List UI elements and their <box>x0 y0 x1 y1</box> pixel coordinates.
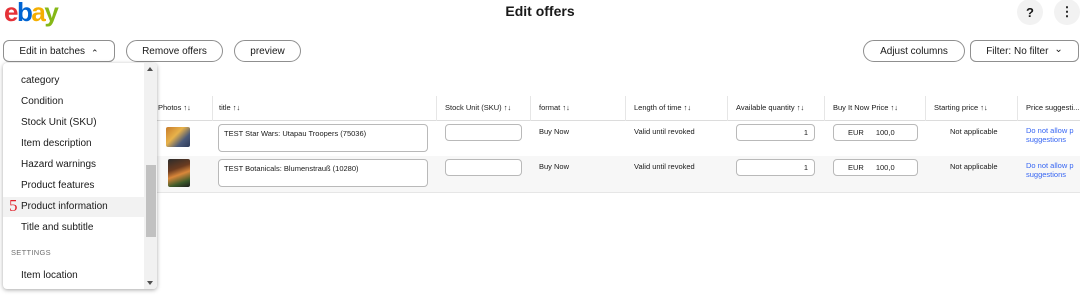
currency-label: EUR <box>848 163 864 172</box>
filter-button[interactable]: Filter: No filter ⌄ <box>970 40 1079 62</box>
suggestion-line-1: Do not allow p <box>1026 161 1074 170</box>
remove-offers-button[interactable]: Remove offers <box>126 40 223 62</box>
step-marker: 5 <box>9 196 18 215</box>
title-value: TEST Botanicals: Blumenstrauß (10280) <box>224 164 359 173</box>
preview-label: preview <box>250 45 285 57</box>
price-value: 100,0 <box>875 163 895 172</box>
table-row[interactable]: TEST Botanicals: Blumenstrauß (10280) Bu… <box>148 156 1080 193</box>
format-value: Buy Now <box>539 162 570 171</box>
menu-item-product-information[interactable]: Product information <box>21 201 108 212</box>
scroll-up-arrow-icon[interactable] <box>147 67 153 71</box>
edit-in-batches-label: Edit in batches <box>19 45 86 57</box>
sku-input[interactable] <box>445 159 522 176</box>
menu-item-sku[interactable]: Stock Unit (SKU) <box>21 117 97 128</box>
sku-input[interactable] <box>445 124 522 141</box>
col-format[interactable]: format ↑↓ <box>539 103 570 112</box>
price-suggestion-link[interactable]: Do not allow p suggestions <box>1026 161 1074 179</box>
menu-item-description[interactable]: Item description <box>21 138 92 149</box>
col-duration[interactable]: Length of time ↑↓ <box>634 103 691 112</box>
chevron-up-icon: ⌃ <box>91 47 99 58</box>
col-buy-now-price[interactable]: Buy It Now Price ↑↓ <box>833 103 898 112</box>
help-icon[interactable]: ? <box>1017 0 1043 25</box>
quantity-input[interactable]: 1 <box>736 159 815 176</box>
col-starting-price[interactable]: Starting price ↑↓ <box>934 103 988 112</box>
menu-item-condition[interactable]: Condition <box>21 96 63 107</box>
page-title: Edit offers <box>505 3 575 19</box>
price-value: 100,0 <box>875 128 895 137</box>
col-quantity[interactable]: Available quantity ↑↓ <box>736 103 804 112</box>
menu-item-category[interactable]: category <box>21 75 59 86</box>
price-input[interactable]: EUR 100,0 <box>833 124 918 141</box>
product-thumbnail[interactable] <box>168 159 190 187</box>
starting-price-value: Not applicable <box>950 162 998 171</box>
duration-value: Valid until revoked <box>634 127 695 136</box>
quantity-input[interactable]: 1 <box>736 124 815 141</box>
more-options-icon[interactable]: ⋮ <box>1054 0 1080 25</box>
preview-button[interactable]: preview <box>234 40 301 62</box>
col-title[interactable]: title ↑↓ <box>219 103 240 112</box>
title-input[interactable]: TEST Star Wars: Utapau Troopers (75036) <box>218 124 428 152</box>
filter-label: Filter: No filter <box>986 45 1049 57</box>
table-header: Photos ↑↓ title ↑↓ Stock Unit (SKU) ↑↓ f… <box>148 96 1080 121</box>
table-row[interactable]: TEST Star Wars: Utapau Troopers (75036) … <box>148 121 1080 158</box>
scroll-down-arrow-icon[interactable] <box>147 281 153 285</box>
duration-value: Valid until revoked <box>634 162 695 171</box>
product-thumbnail[interactable] <box>166 127 190 147</box>
suggestion-line-1: Do not allow p <box>1026 126 1074 135</box>
quantity-value: 1 <box>803 163 808 172</box>
col-sku[interactable]: Stock Unit (SKU) ↑↓ <box>445 103 511 112</box>
remove-offers-label: Remove offers <box>142 45 207 57</box>
suggestion-line-2: suggestions <box>1026 135 1067 144</box>
menu-item-product-features[interactable]: Product features <box>21 180 94 191</box>
currency-label: EUR <box>848 128 864 137</box>
starting-price-value: Not applicable <box>950 127 998 136</box>
edit-in-batches-button[interactable]: Edit in batches ⌃ <box>3 40 115 62</box>
more-glyph: ⋮ <box>1060 4 1074 19</box>
chevron-down-icon: ⌄ <box>1054 43 1063 55</box>
menu-section-settings: SETTINGS <box>11 248 51 257</box>
adjust-columns-button[interactable]: Adjust columns <box>863 40 965 62</box>
menu-item-title-subtitle[interactable]: Title and subtitle <box>21 222 93 233</box>
title-value: TEST Star Wars: Utapau Troopers (75036) <box>224 129 367 138</box>
col-photos[interactable]: Photos ↑↓ <box>158 103 191 112</box>
quantity-value: 1 <box>803 128 808 137</box>
offers-table: Photos ↑↓ title ↑↓ Stock Unit (SKU) ↑↓ f… <box>148 96 1080 121</box>
price-input[interactable]: EUR 100,0 <box>833 159 918 176</box>
scrollbar-thumb[interactable] <box>146 165 156 237</box>
batch-edit-dropdown: category Condition Stock Unit (SKU) Item… <box>3 63 157 289</box>
help-glyph: ? <box>1026 4 1034 20</box>
suggestion-line-2: suggestions <box>1026 170 1067 179</box>
format-value: Buy Now <box>539 127 570 136</box>
col-price-suggestion[interactable]: Price suggesti... <box>1026 103 1079 112</box>
menu-item-location[interactable]: Item location <box>21 270 78 281</box>
adjust-columns-label: Adjust columns <box>880 45 948 57</box>
menu-item-hazard-warnings[interactable]: Hazard warnings <box>21 159 96 170</box>
price-suggestion-link[interactable]: Do not allow p suggestions <box>1026 126 1074 144</box>
title-input[interactable]: TEST Botanicals: Blumenstrauß (10280) <box>218 159 428 187</box>
